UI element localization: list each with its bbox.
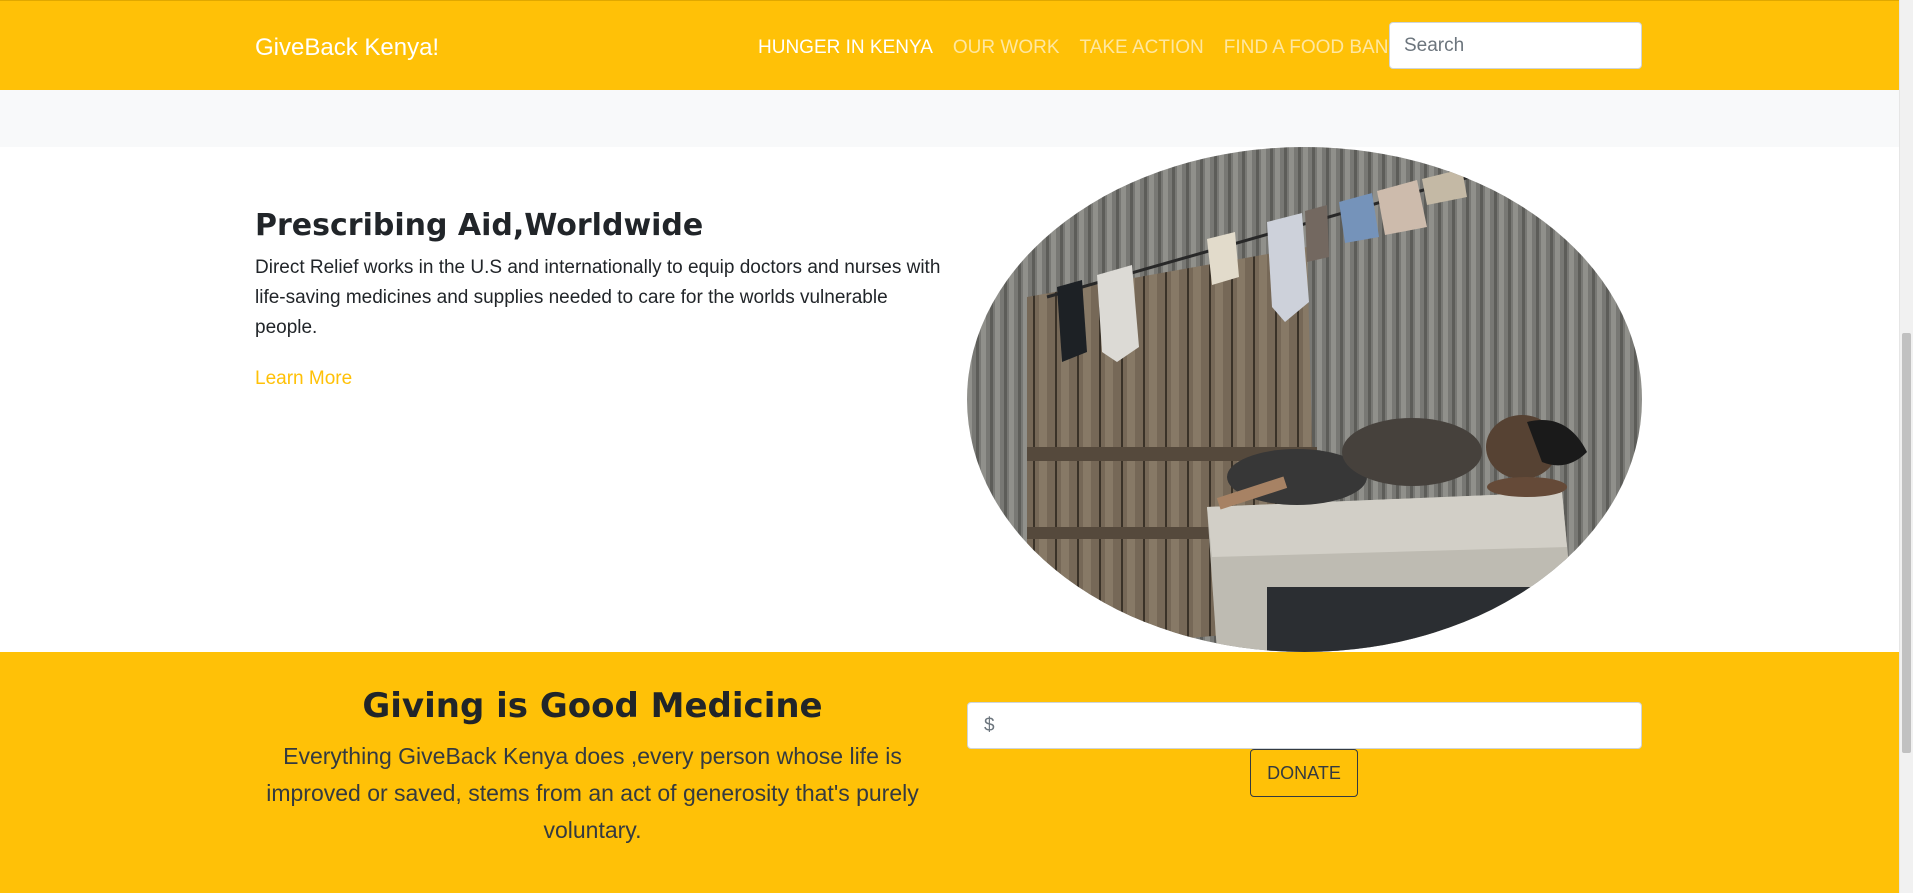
search-input[interactable] <box>1389 22 1642 69</box>
donate-section: Giving is Good Medicine Everything GiveB… <box>0 652 1900 893</box>
learn-more-link[interactable]: Learn More <box>255 364 352 394</box>
nav-links: HUNGER IN KENYA OUR WORK TAKE ACTION FIN… <box>748 34 1411 62</box>
nav-link-hunger-in-kenya[interactable]: HUNGER IN KENYA <box>748 34 943 62</box>
page: GiveBack Kenya! HUNGER IN KENYA OUR WORK… <box>0 0 1900 893</box>
nav-link-our-work[interactable]: OUR WORK <box>943 34 1070 62</box>
header-strip <box>0 90 1900 147</box>
navbar: GiveBack Kenya! HUNGER IN KENYA OUR WORK… <box>0 0 1900 91</box>
brand-link[interactable]: GiveBack Kenya! <box>255 33 439 63</box>
nav-link-find-a-food-bank[interactable]: FIND A FOOD BANK <box>1214 34 1411 62</box>
page-scrollbar[interactable] <box>1899 0 1913 893</box>
donate-title: Giving is Good Medicine <box>362 686 823 726</box>
scrollbar-thumb[interactable] <box>1902 333 1911 753</box>
feature-title: Prescribing Aid,Worldwide <box>255 208 704 243</box>
donate-button[interactable]: DONATE <box>1250 749 1358 797</box>
nav-link-take-action[interactable]: TAKE ACTION <box>1070 34 1214 62</box>
feature-photo <box>967 147 1642 652</box>
donation-amount-input[interactable] <box>967 702 1642 749</box>
donate-lead: Everything GiveBack Kenya does ,every pe… <box>266 743 919 843</box>
feature-text: Direct Relief works in the U.S and inter… <box>255 257 941 338</box>
